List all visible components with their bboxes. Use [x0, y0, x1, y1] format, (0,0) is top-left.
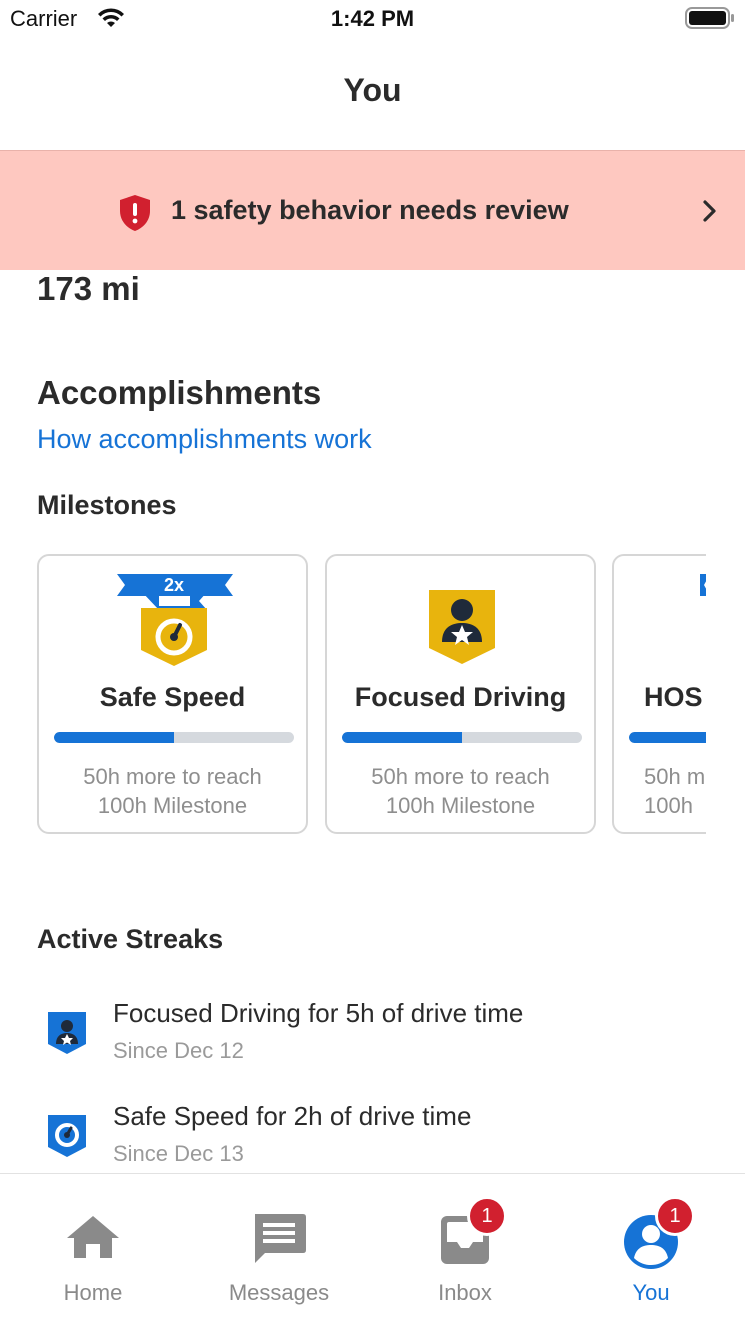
- milestone-subtitle-line1: 50h m: [644, 764, 706, 789]
- milestone-subtitle: 50h more to reach 100h Milestone: [39, 762, 306, 820]
- you-notification-badge: 1: [655, 1196, 695, 1236]
- speedometer-icon: [47, 1113, 87, 1164]
- ribbon-icon: [614, 570, 706, 670]
- streak-item[interactable]: Focused Driving for 5h of drive time Sin…: [37, 998, 717, 1078]
- profile-icon: [558, 1210, 744, 1270]
- page-title: You: [343, 72, 402, 108]
- tab-inbox[interactable]: Inbox 1: [372, 1174, 558, 1331]
- tab-label: You: [632, 1280, 670, 1305]
- message-icon: [186, 1210, 372, 1270]
- streak-since: Since Dec 12: [113, 1038, 244, 1063]
- how-accomplishments-work-link[interactable]: How accomplishments work: [37, 424, 372, 455]
- milestone-title: Safe Speed: [99, 682, 246, 712]
- accomplishments-heading: Accomplishments: [37, 374, 322, 411]
- banner-text: 1 safety behavior needs review: [171, 195, 569, 225]
- driver-star-icon: [47, 1010, 87, 1061]
- milestone-card-focused-driving[interactable]: Focused Driving 50h more to reach 100h M…: [325, 554, 596, 834]
- distance-stat: 173 mi: [37, 270, 140, 307]
- milestones-heading: Milestones: [37, 490, 177, 520]
- inbox-notification-badge: 1: [467, 1196, 507, 1236]
- driver-star-icon: [327, 570, 594, 670]
- milestone-card-hos[interactable]: HOS 50h m 100h: [612, 554, 706, 834]
- inbox-icon: [372, 1210, 558, 1270]
- milestone-progress-fill: [629, 732, 706, 743]
- milestone-progress-fill: [342, 732, 462, 743]
- tab-messages[interactable]: Messages: [186, 1174, 372, 1331]
- milestone-subtitle: 50h m 100h: [614, 762, 706, 820]
- tab-label: Messages: [228, 1280, 330, 1305]
- streak-since: Since Dec 13: [113, 1141, 244, 1166]
- milestone-progress-fill: [54, 732, 174, 743]
- tab-label: Home: [63, 1280, 123, 1305]
- tab-bar: Home Messages Inbox 1 You 1: [0, 1173, 745, 1331]
- milestone-title: Focused Driving: [354, 682, 567, 712]
- milestone-progress-bar: [54, 732, 294, 743]
- speedometer-icon: 2x: [39, 570, 306, 670]
- tab-home[interactable]: Home: [0, 1174, 186, 1331]
- home-icon: [0, 1210, 186, 1270]
- shield-alert-icon: [118, 194, 152, 237]
- milestone-card-safe-speed[interactable]: 2x Safe Speed 50h more to reach 100h Mil…: [37, 554, 308, 834]
- multiplier-label: 2x: [164, 575, 184, 595]
- chevron-right-icon: [702, 199, 718, 228]
- safety-review-banner[interactable]: 1 safety behavior needs review: [0, 150, 745, 270]
- tab-label: Inbox: [438, 1280, 492, 1305]
- streak-title: Focused Driving for 5h of drive time: [113, 998, 524, 1028]
- active-streaks-heading: Active Streaks: [37, 924, 224, 954]
- milestone-subtitle-line2: 100h Milestone: [385, 793, 536, 818]
- milestone-title: HOS: [644, 682, 703, 712]
- battery-icon: [685, 6, 735, 35]
- milestone-subtitle: 50h more to reach 100h Milestone: [327, 762, 594, 820]
- milestone-subtitle-line1: 50h more to reach: [83, 764, 262, 789]
- milestone-progress-bar: [342, 732, 582, 743]
- milestones-carousel[interactable]: 2x Safe Speed 50h more to reach 100h Mil…: [37, 554, 706, 834]
- milestone-subtitle-line2: 100h: [644, 793, 693, 818]
- milestone-subtitle-line2: 100h Milestone: [97, 793, 248, 818]
- milestone-progress-bar: [629, 732, 706, 743]
- streak-item[interactable]: Safe Speed for 2h of drive time Since De…: [37, 1101, 717, 1181]
- status-bar: Carrier 1:42 PM: [0, 0, 745, 40]
- streak-title: Safe Speed for 2h of drive time: [113, 1101, 472, 1131]
- clock-time: 1:42 PM: [330, 6, 415, 31]
- milestone-subtitle-line1: 50h more to reach: [371, 764, 550, 789]
- tab-you[interactable]: You 1: [558, 1174, 744, 1331]
